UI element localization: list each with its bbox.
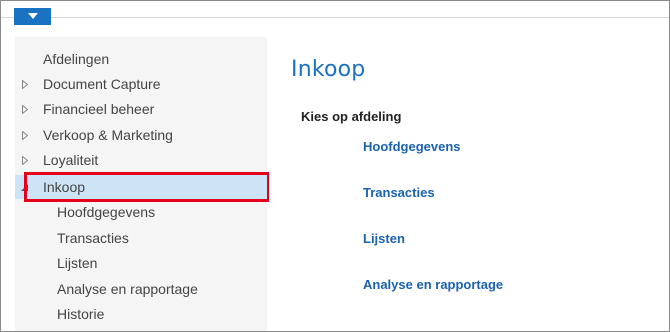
sidebar-item-label: Document Capture: [43, 76, 161, 92]
sidebar-item-label: Inkoop: [43, 179, 86, 195]
sidebar-item-label: Financieel beheer: [43, 101, 155, 117]
sidebar-item-label: Verkoop & Marketing: [43, 127, 173, 143]
window-frame: Afdelingen Document Capture Financieel b…: [0, 0, 670, 332]
sidebar-item-loyaliteit[interactable]: Loyaliteit: [15, 148, 267, 172]
sidebar-item-inkoop[interactable]: Inkoop: [15, 175, 267, 199]
sidebar-subitem-analyse-en-rapportage[interactable]: Analyse en rapportage: [15, 277, 267, 301]
sidebar-item-label: Hoofdgegevens: [57, 204, 156, 220]
main-content: Inkoop Kies op afdeling Hoofdgegevens Tr…: [269, 37, 669, 331]
sidebar-item-afdelingen[interactable]: Afdelingen: [15, 47, 267, 71]
collapse-arrow-icon[interactable]: [21, 184, 28, 191]
sidebar-subitem-transacties[interactable]: Transacties: [15, 226, 267, 250]
sidebar-subitem-hoofdgegevens[interactable]: Hoofdgegevens: [15, 200, 267, 224]
sidebar-item-label: Historie: [57, 306, 105, 322]
section-label: Kies op afdeling: [301, 109, 402, 124]
sidebar-item-financieel-beheer[interactable]: Financieel beheer: [15, 97, 267, 121]
link-lijsten[interactable]: Lijsten: [363, 231, 405, 246]
sidebar-navigation: Afdelingen Document Capture Financieel b…: [15, 37, 267, 331]
sidebar-subitem-lijsten[interactable]: Lijsten: [15, 251, 267, 275]
expand-arrow-icon[interactable]: [22, 80, 28, 89]
expand-arrow-icon[interactable]: [22, 131, 28, 140]
link-analyse-en-rapportage[interactable]: Analyse en rapportage: [363, 277, 503, 292]
sidebar-item-document-capture[interactable]: Document Capture: [15, 72, 267, 96]
sidebar-item-label: Lijsten: [57, 255, 98, 271]
link-hoofdgegevens[interactable]: Hoofdgegevens: [363, 139, 461, 154]
top-bar: [1, 1, 669, 18]
sidebar-item-label: Afdelingen: [43, 51, 110, 67]
chevron-down-icon: [28, 13, 38, 19]
link-transacties[interactable]: Transacties: [363, 185, 435, 200]
sidebar-subitem-historie[interactable]: Historie: [15, 302, 267, 326]
sidebar-item-label: Transacties: [57, 230, 129, 246]
expand-arrow-icon[interactable]: [22, 105, 28, 114]
page-title: Inkoop: [291, 57, 366, 82]
sidebar-item-verkoop-marketing[interactable]: Verkoop & Marketing: [15, 123, 267, 147]
sidebar-item-label: Analyse en rapportage: [57, 281, 198, 297]
app-menu-button[interactable]: [14, 8, 51, 25]
expand-arrow-icon[interactable]: [22, 156, 28, 165]
sidebar-item-label: Loyaliteit: [43, 152, 99, 168]
